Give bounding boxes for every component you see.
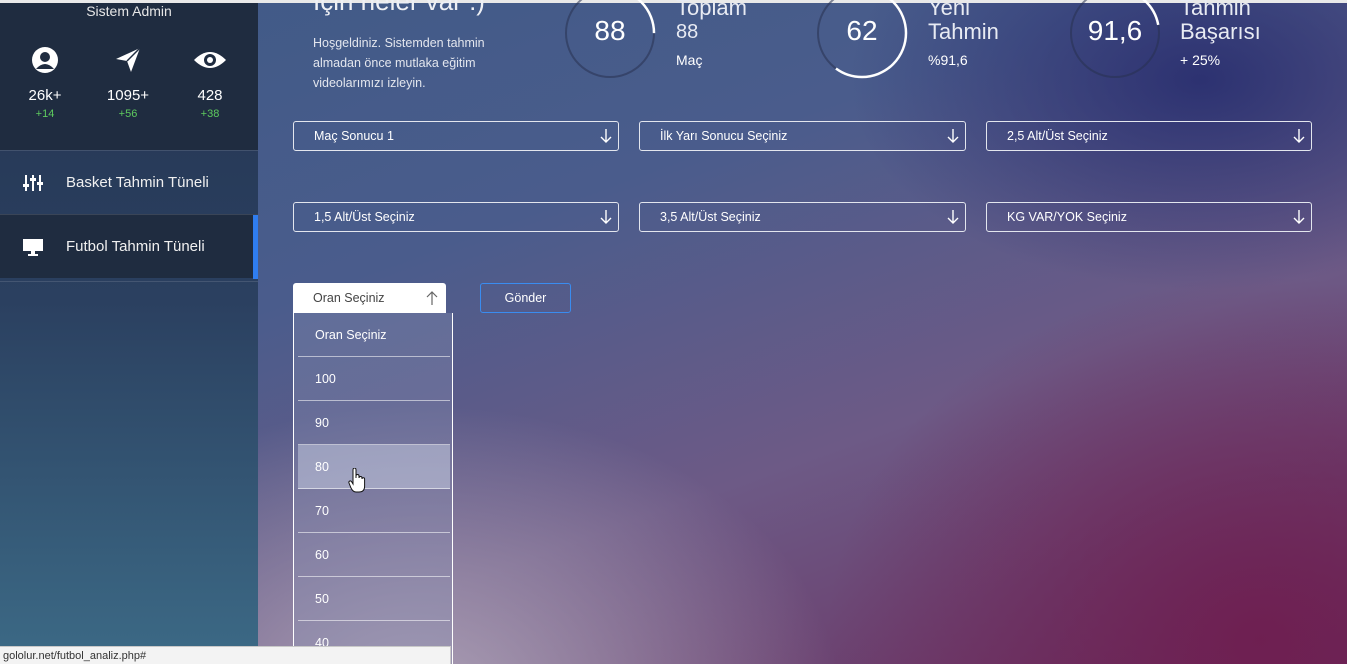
admin-name: Sistem Admin (86, 3, 172, 19)
circle-success-sub: + 25% (1180, 52, 1221, 68)
select-value: Oran Seçiniz (313, 291, 385, 305)
monitor-icon (0, 238, 66, 256)
circle-success-value: 91,6 (1087, 15, 1143, 46)
arrow-down-icon (600, 209, 612, 228)
sidebar-item-basket[interactable]: Basket Tahmin Tüneli (0, 150, 258, 214)
stat-sent-delta: +56 (118, 108, 138, 120)
select-mac-sonucu[interactable]: Maç Sonucu 1 (293, 121, 619, 151)
select-oran[interactable]: Oran Seçiniz (293, 283, 446, 313)
stat-sent-value: 1095+ (106, 87, 150, 104)
select-value: 1,5 Alt/Üst Seçiniz (314, 210, 415, 224)
status-bar-url: gololur.net/futbol_analiz.php# (0, 646, 451, 664)
arrow-down-icon (947, 128, 959, 147)
select-value: 3,5 Alt/Üst Seçiniz (660, 210, 761, 224)
circle-success-label-top: Tahmin (1180, 0, 1251, 20)
select-value: 2,5 Alt/Üst Seçiniz (1007, 129, 1108, 143)
sidebar: Sistem Admin 26k+ +14 1095+ +56 428 +38 … (0, 3, 258, 664)
circle-new-label-mid: Tahmin (928, 19, 999, 44)
sidebar-item-label: Basket Tahmin Tüneli (66, 174, 209, 191)
circle-new: 62 (816, 0, 908, 79)
stat-sent: 1095+ +56 (88, 45, 168, 120)
stat-views-delta: +38 (200, 108, 220, 120)
stat-users-delta: +14 (35, 108, 55, 120)
eye-icon (170, 45, 250, 75)
circle-new-sub: %91,6 (928, 52, 968, 68)
dropdown-option[interactable]: 70 (298, 489, 450, 533)
circle-total-label-top: Toplam (676, 0, 747, 20)
user-icon (5, 45, 85, 75)
stat-users: 26k+ +14 (5, 45, 85, 120)
stat-views: 428 +38 (170, 45, 250, 120)
circle-total-value: 88 (594, 15, 626, 46)
welcome-text: Hoşgeldiniz. Sistemden tahmin almadan ön… (313, 36, 485, 90)
arrow-down-icon (1293, 128, 1305, 147)
select-1-5-alt-ust[interactable]: 1,5 Alt/Üst Seçiniz (293, 202, 619, 232)
profile-panel: Sistem Admin 26k+ +14 1095+ +56 428 +38 (0, 3, 258, 150)
oran-dropdown-list: Oran Seçiniz 100 90 80 70 60 50 40 (293, 313, 453, 664)
submit-button[interactable]: Gönder (480, 283, 571, 313)
circle-success-label-mid: Başarısı (1180, 19, 1261, 44)
select-kg-var-yok[interactable]: KG VAR/YOK Seçiniz (986, 202, 1312, 232)
circle-total-label-mid: 88 (676, 21, 699, 43)
stat-users-value: 26k+ (28, 87, 62, 104)
dropdown-option[interactable]: 100 (298, 357, 450, 401)
arrow-up-icon (426, 290, 438, 309)
circle-total: 88 (564, 0, 656, 79)
hand-cursor-icon (348, 467, 366, 499)
dropdown-option[interactable]: 60 (298, 533, 450, 577)
circle-new-value: 62 (846, 15, 878, 46)
select-value: İlk Yarı Sonucu Seçiniz (660, 129, 788, 143)
arrow-down-icon (600, 128, 612, 147)
dropdown-option[interactable]: Oran Seçiniz (298, 313, 450, 357)
sliders-icon (0, 174, 66, 192)
arrow-down-icon (947, 209, 959, 228)
circle-total-sub: Maç (676, 52, 703, 68)
nav-divider (0, 281, 258, 282)
paper-plane-icon (88, 45, 168, 75)
stat-views-value: 428 (197, 87, 223, 104)
sidebar-item-label: Futbol Tahmin Tüneli (66, 238, 205, 255)
dropdown-option[interactable]: 50 (298, 577, 450, 621)
select-3-5-alt-ust[interactable]: 3,5 Alt/Üst Seçiniz (639, 202, 966, 232)
sidebar-item-futbol[interactable]: Futbol Tahmin Tüneli (0, 214, 258, 279)
select-ilk-yari[interactable]: İlk Yarı Sonucu Seçiniz (639, 121, 966, 151)
dropdown-option[interactable]: 80 (298, 445, 450, 489)
dropdown-option[interactable]: 90 (298, 401, 450, 445)
select-value: Maç Sonucu 1 (314, 129, 394, 143)
select-2-5-alt-ust[interactable]: 2,5 Alt/Üst Seçiniz (986, 121, 1312, 151)
select-value: KG VAR/YOK Seçiniz (1007, 210, 1127, 224)
circle-success: 91,6 (1069, 0, 1161, 79)
welcome-title: İçin neler var :) (313, 0, 485, 16)
arrow-down-icon (1293, 209, 1305, 228)
circle-new-label-top: Yeni (928, 0, 971, 20)
